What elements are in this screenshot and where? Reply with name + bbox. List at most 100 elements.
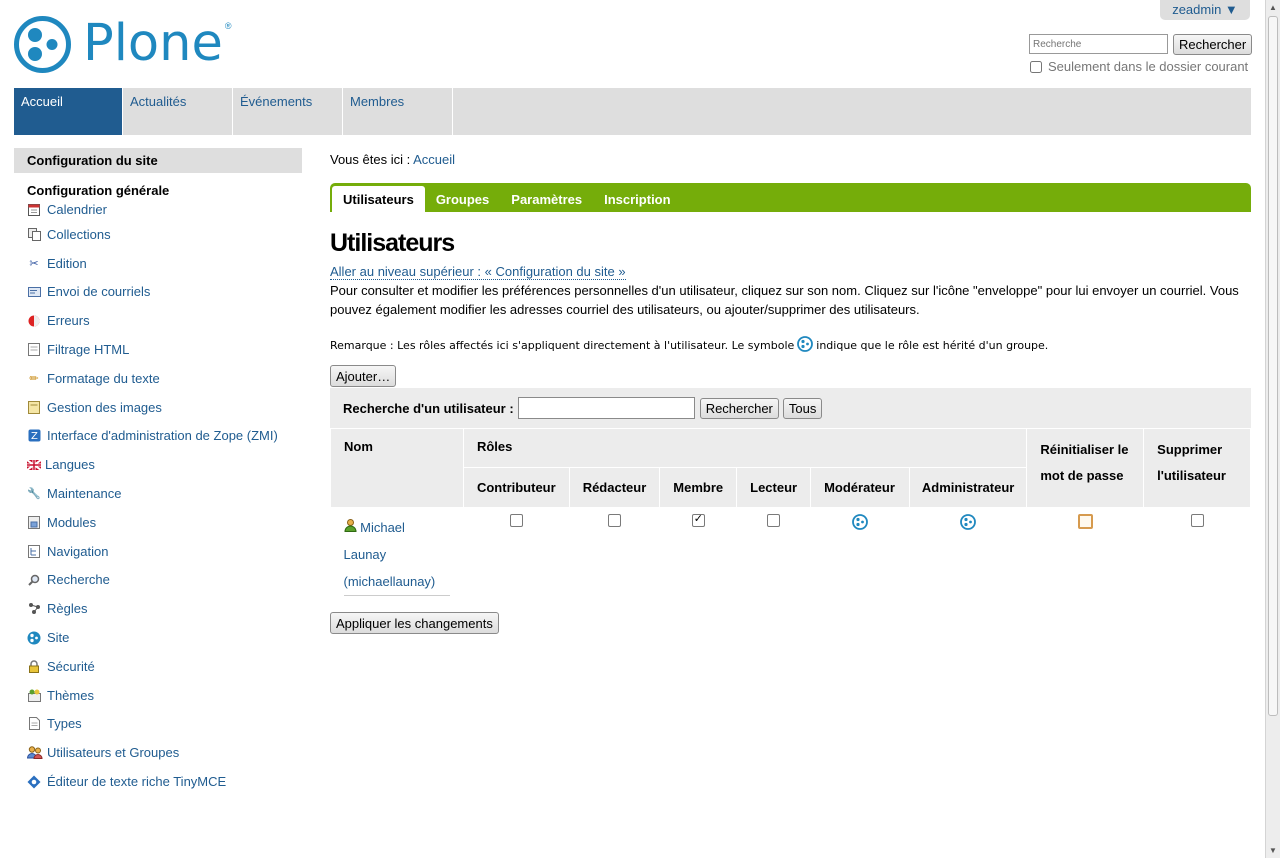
svg-text:Z: Z bbox=[31, 431, 38, 442]
sidebar-item-label[interactable]: Site bbox=[47, 630, 69, 645]
role-checkbox-lecteur[interactable] bbox=[767, 514, 781, 527]
plone-icon bbox=[27, 631, 41, 645]
role-checkbox-membre[interactable] bbox=[691, 512, 705, 527]
user-menu[interactable]: zeadmin ▼ bbox=[1160, 0, 1250, 20]
breadcrumb-home-link[interactable]: Accueil bbox=[413, 152, 455, 167]
sidebar-item-label[interactable]: Thèmes bbox=[47, 688, 94, 703]
role-checkbox-contributeur[interactable] bbox=[509, 514, 523, 527]
sidebar-item-label[interactable]: Calendrier bbox=[47, 202, 107, 217]
tab-inscription[interactable]: Inscription bbox=[593, 186, 681, 212]
sidebar-item-calendrier[interactable]: Calendrier bbox=[27, 198, 302, 220]
mail-icon bbox=[27, 285, 41, 299]
sidebar-item-label[interactable]: Erreurs bbox=[47, 313, 90, 328]
theme-icon bbox=[27, 688, 41, 702]
column-header-roles: Rôles bbox=[462, 428, 1028, 468]
sidebar-item-label[interactable]: Modules bbox=[47, 515, 96, 530]
current-folder-label: Seulement dans le dossier courant bbox=[1048, 59, 1249, 74]
sidebar-item-site[interactable]: Site bbox=[27, 623, 302, 652]
reset-password-checkbox[interactable] bbox=[1077, 514, 1093, 529]
note-text-before: Remarque : Les rôles affectés ici s'appl… bbox=[330, 338, 795, 352]
logo-registered-mark: ® bbox=[224, 21, 232, 31]
sidebar-item-label[interactable]: Types bbox=[47, 716, 82, 731]
sidebar-item-zmi[interactable]: Z Interface d'administration de Zope (ZMI… bbox=[27, 422, 302, 451]
sidebar-item-erreurs[interactable]: Erreurs bbox=[27, 306, 302, 335]
tab-actualites[interactable]: Actualités bbox=[123, 88, 233, 135]
sidebar-item-label[interactable]: Envoi de courriels bbox=[47, 284, 150, 299]
table-row: Michael Launay (michaellaunay) bbox=[331, 508, 1251, 596]
sidebar-item-navigation[interactable]: Navigation bbox=[27, 537, 302, 566]
users-table: Nom Rôles Réinitialiser le mot de passe … bbox=[330, 428, 1251, 596]
tab-membres[interactable]: Membres bbox=[343, 88, 453, 135]
sidebar-item-langues[interactable]: Langues bbox=[27, 450, 302, 479]
calendar-icon bbox=[27, 202, 41, 216]
sidebar-item-label[interactable]: Formatage du texte bbox=[47, 371, 160, 386]
tab-accueil[interactable]: Accueil bbox=[14, 88, 123, 135]
sidebar-item-themes[interactable]: Thèmes bbox=[27, 681, 302, 710]
sidebar-item-label[interactable]: Règles bbox=[47, 601, 87, 616]
sidebar-item-tinymce[interactable]: Éditeur de texte riche TinyMCE bbox=[27, 767, 302, 796]
setup-list: Calendrier Collections ✂ Edition Envoi de… bbox=[14, 198, 302, 796]
sidebar-item-collections[interactable]: Collections bbox=[27, 220, 302, 249]
error-icon bbox=[27, 314, 41, 328]
sidebar-item-edition[interactable]: ✂ Edition bbox=[27, 249, 302, 278]
current-folder-option[interactable]: Seulement dans le dossier courant bbox=[1029, 59, 1248, 74]
sidebar-item-label[interactable]: Gestion des images bbox=[47, 400, 162, 415]
sidebar-item-label[interactable]: Collections bbox=[47, 227, 111, 242]
sidebar-item-maintenance[interactable]: 🔧 Maintenance bbox=[27, 479, 302, 508]
sidebar-item-label[interactable]: Maintenance bbox=[47, 486, 121, 501]
portlet-header[interactable]: Configuration du site bbox=[14, 148, 302, 173]
sidebar-item-label[interactable]: Navigation bbox=[47, 544, 108, 559]
sidebar-item-images[interactable]: Gestion des images bbox=[27, 393, 302, 422]
page-description: Pour consulter et modifier les préférenc… bbox=[330, 283, 1239, 317]
tab-evenements[interactable]: Événements bbox=[233, 88, 343, 135]
delete-user-checkbox[interactable] bbox=[1190, 514, 1204, 527]
add-user-button[interactable]: Ajouter… bbox=[330, 365, 397, 387]
sidebar-item-formatage[interactable]: ✏ Formatage du texte bbox=[27, 364, 302, 393]
sidebar-item-label[interactable]: Langues bbox=[45, 457, 95, 472]
sidebar-item-filtrage-html[interactable]: Filtrage HTML bbox=[27, 335, 302, 364]
page-scrollbar[interactable]: ▲ ▼ bbox=[1265, 0, 1280, 858]
sidebar-item-label[interactable]: Recherche bbox=[47, 572, 110, 587]
sidebar-item-label[interactable]: Sécurité bbox=[47, 659, 95, 674]
scroll-down-icon[interactable]: ▼ bbox=[1269, 846, 1277, 855]
scroll-up-icon[interactable]: ▲ bbox=[1269, 3, 1277, 12]
user-search-button[interactable]: Rechercher bbox=[699, 397, 779, 419]
image-icon bbox=[27, 400, 41, 414]
sidebar-item-utilisateurs-groupes[interactable]: Utilisateurs et Groupes bbox=[27, 738, 302, 767]
column-header-name: Nom bbox=[330, 428, 464, 508]
user-login-link[interactable]: (michaellaunay) bbox=[344, 574, 436, 589]
sidebar-item-securite[interactable]: Sécurité bbox=[27, 652, 302, 681]
sidebar-item-label[interactable]: Éditeur de texte riche TinyMCE bbox=[47, 774, 226, 789]
sidebar-item-label[interactable]: Interface d'administration de Zope (ZMI) bbox=[47, 428, 278, 443]
user-search-input[interactable] bbox=[517, 397, 695, 419]
breadcrumb: Vous êtes ici : Accueil bbox=[330, 148, 1251, 170]
sidebar-item-regles[interactable]: Règles bbox=[27, 594, 302, 623]
tab-groupes[interactable]: Groupes bbox=[425, 186, 500, 212]
sidebar-item-label[interactable]: Edition bbox=[47, 256, 87, 271]
sidebar-item-recherche[interactable]: Recherche bbox=[27, 566, 302, 595]
site-logo[interactable]: Plone ® bbox=[14, 14, 232, 74]
current-folder-checkbox[interactable] bbox=[1030, 60, 1042, 73]
up-level-link[interactable]: Aller au niveau supérieur : « Configurat… bbox=[330, 264, 626, 280]
apply-changes-button[interactable]: Appliquer les changements bbox=[330, 612, 499, 634]
sidebar-item-label[interactable]: Utilisateurs et Groupes bbox=[47, 745, 179, 760]
show-all-button[interactable]: Tous bbox=[782, 397, 823, 419]
search-icon bbox=[27, 573, 41, 587]
sidebar-item-label[interactable]: Filtrage HTML bbox=[47, 342, 129, 357]
tab-utilisateurs[interactable]: Utilisateurs bbox=[332, 186, 425, 212]
sidebar-item-modules[interactable]: Modules bbox=[27, 508, 302, 537]
role-header-redacteur: Rédacteur bbox=[568, 467, 661, 508]
role-checkbox-redacteur[interactable] bbox=[607, 514, 621, 527]
sidebar-item-courriels[interactable]: Envoi de courriels bbox=[27, 278, 302, 307]
scissors-icon: ✂ bbox=[29, 257, 39, 270]
navigation-icon bbox=[27, 544, 41, 558]
sidebar-item-types[interactable]: Types bbox=[27, 710, 302, 739]
search-button[interactable]: Rechercher bbox=[1173, 34, 1253, 55]
rules-icon bbox=[27, 602, 41, 616]
pencil-icon: ✏ bbox=[29, 372, 39, 385]
tab-parametres[interactable]: Paramètres bbox=[500, 186, 593, 212]
scrollbar-thumb[interactable] bbox=[1268, 16, 1278, 716]
search-input[interactable] bbox=[1029, 34, 1168, 54]
collection-icon bbox=[27, 227, 41, 241]
inherited-role-icon bbox=[797, 335, 814, 355]
